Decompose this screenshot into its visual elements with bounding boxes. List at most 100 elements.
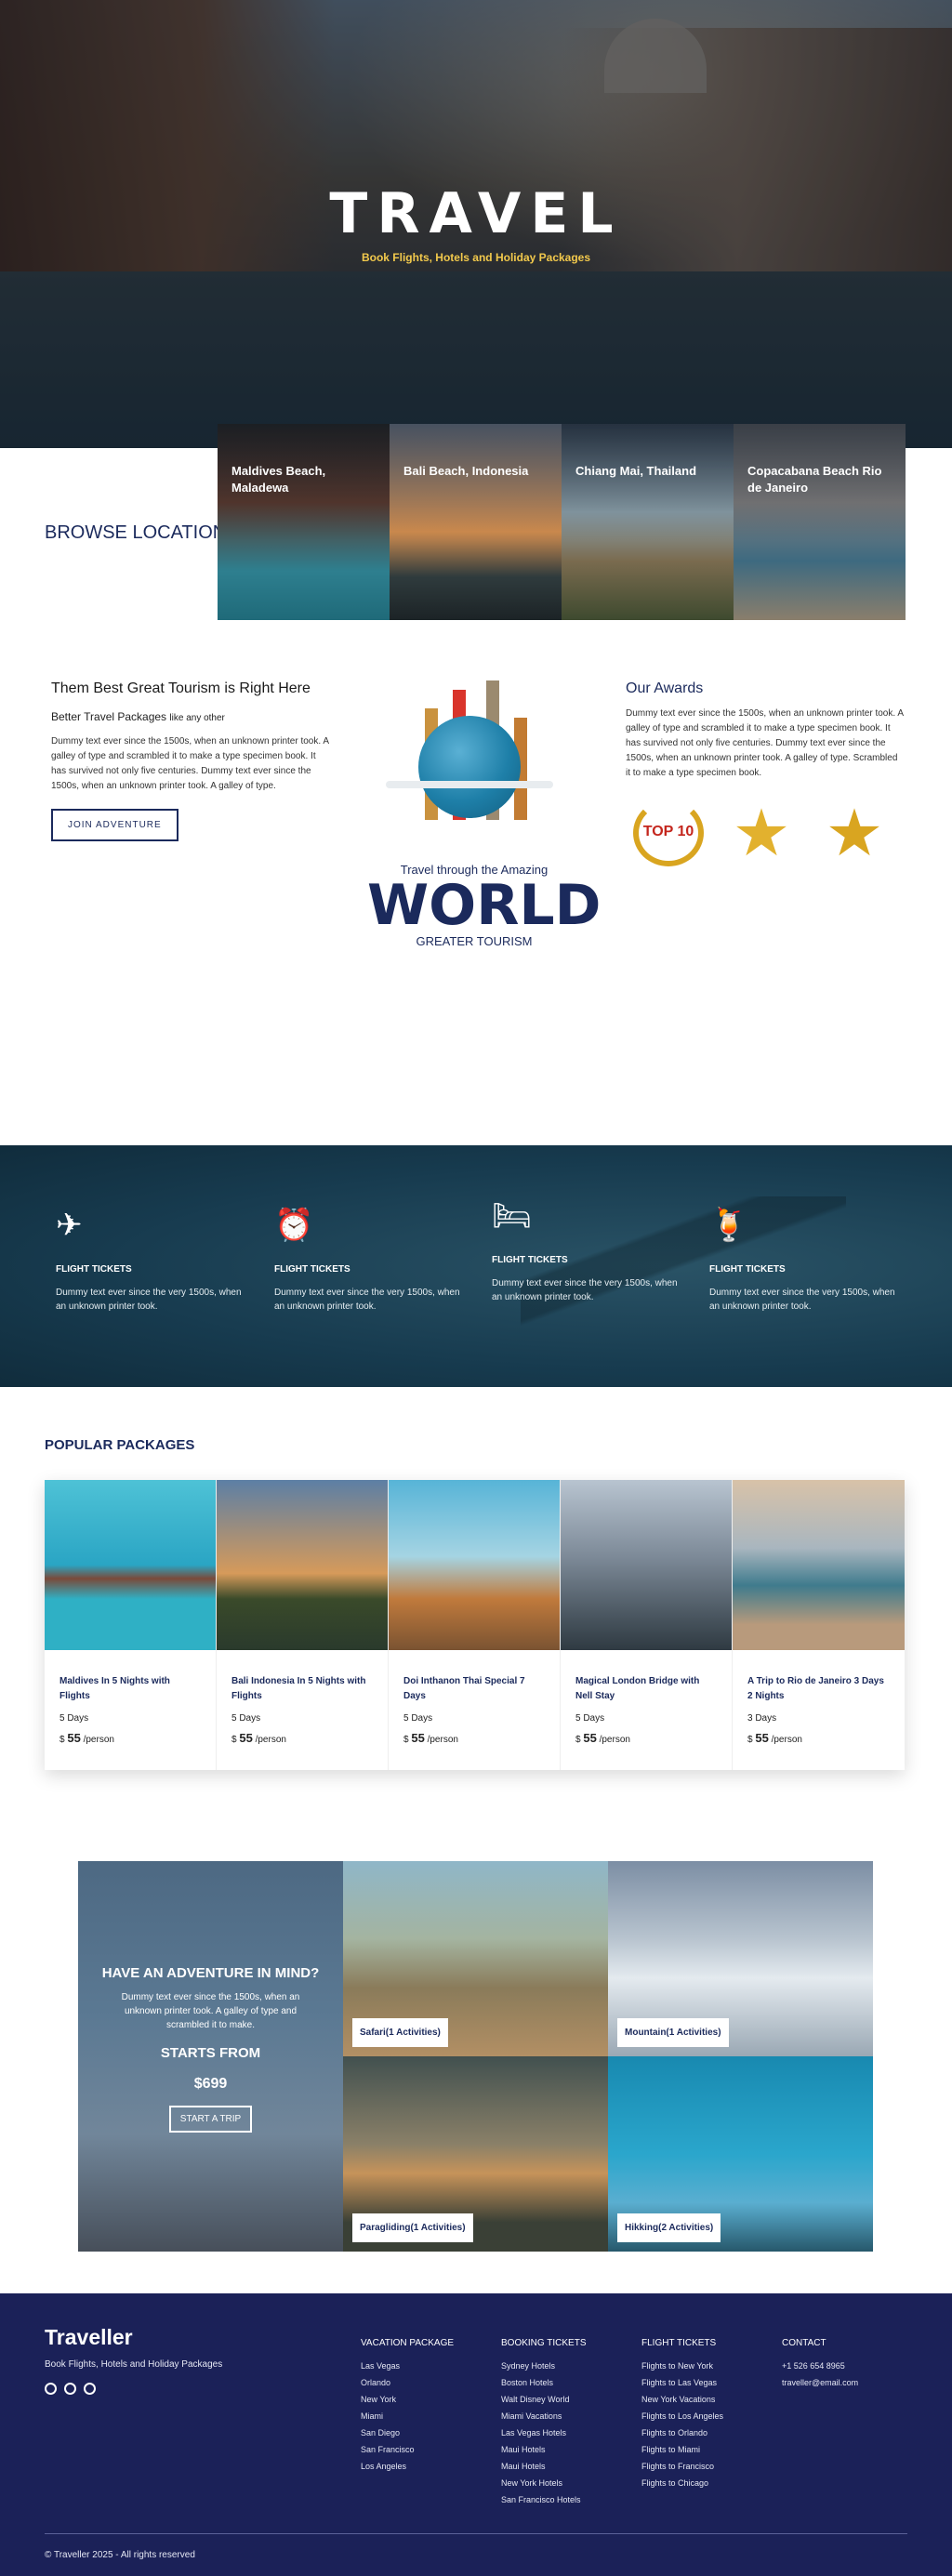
activity-tile-safari[interactable]: Safari(1 Activities) bbox=[343, 1861, 608, 2056]
bed-icon: 🛏 bbox=[492, 1198, 533, 1234]
award-star-icon: ★ bbox=[719, 792, 804, 874]
package-price: $ 55 /person bbox=[231, 1731, 286, 1745]
adventure-grid: HAVE AN ADVENTURE IN MIND? Dummy text ev… bbox=[78, 1861, 874, 2252]
feature-text: Dummy text ever since the very 1500s, wh… bbox=[274, 1288, 460, 1312]
package-card[interactable]: Bali Indonesia In 5 Nights with Flights … bbox=[217, 1480, 389, 1770]
activity-tile-mountain[interactable]: Mountain(1 Activities) bbox=[608, 1861, 873, 2056]
location-card-shade bbox=[390, 424, 562, 620]
footer-link[interactable]: Maui Hotels bbox=[501, 2441, 587, 2458]
footer-link[interactable]: Miami Vacations bbox=[501, 2408, 587, 2424]
hero-banner: TRAVEL Book Flights, Hotels and Holiday … bbox=[0, 0, 952, 448]
footer-link[interactable]: Los Angeles bbox=[361, 2458, 454, 2475]
browse-locations-section: BROWSE LOCATIONS Maldives Beach, Maladew… bbox=[0, 424, 952, 653]
package-cards: Maldives In 5 Nights with Flights 5 Days… bbox=[45, 1480, 905, 1770]
footer-link[interactable]: Orlando bbox=[361, 2374, 454, 2391]
world-title: WORLD bbox=[367, 873, 602, 938]
footer-link[interactable]: Flights to Orlando bbox=[641, 2424, 723, 2441]
package-card[interactable]: Doi Inthanon Thai Special 7 Days 5 Days … bbox=[389, 1480, 561, 1770]
adventure-promo: HAVE AN ADVENTURE IN MIND? Dummy text ev… bbox=[78, 1861, 343, 2252]
footer-link[interactable]: New York Vacations bbox=[641, 2391, 723, 2408]
location-card-copacabana[interactable]: Copacabana Beach Rio de Janeiro bbox=[734, 424, 906, 620]
package-price: $ 55 /person bbox=[403, 1731, 458, 1745]
browse-locations-title: BROWSE LOCATIONS bbox=[45, 522, 239, 543]
footer-link[interactable]: Maui Hotels bbox=[501, 2458, 587, 2475]
package-title[interactable]: Magical London Bridge with Nell Stay bbox=[575, 1674, 717, 1704]
plane-icon: ✈ bbox=[56, 1208, 83, 1243]
footer-link[interactable]: Miami bbox=[361, 2408, 454, 2424]
footer-link[interactable]: Sydney Hotels bbox=[501, 2358, 587, 2374]
awards-block: Our Awards Dummy text ever since the 150… bbox=[626, 680, 905, 874]
footer-email[interactable]: traveller@email.com bbox=[782, 2374, 858, 2391]
tourism-intro: Them Best Great Tourism is Right Here Be… bbox=[51, 680, 330, 841]
instagram-icon[interactable] bbox=[64, 2383, 76, 2395]
footer-link[interactable]: New York Hotels bbox=[501, 2475, 587, 2491]
location-card-shade bbox=[734, 424, 906, 620]
start-trip-button[interactable]: START A TRIP bbox=[168, 2106, 253, 2133]
feature-text: Dummy text ever since the very 1500s, wh… bbox=[492, 1278, 678, 1302]
footer-logo[interactable]: Traveller bbox=[45, 2325, 222, 2350]
footer-link[interactable]: Walt Disney World bbox=[501, 2391, 587, 2408]
activity-tile-paragliding[interactable]: Paragliding(1 Activities) bbox=[343, 2056, 608, 2252]
adventure-heading: HAVE AN ADVENTURE IN MIND? bbox=[101, 1965, 320, 1981]
activity-tile-hiking[interactable]: Hikking(2 Activities) bbox=[608, 2056, 873, 2252]
globe-icon bbox=[418, 716, 521, 818]
footer-brand: Traveller Book Flights, Hotels and Holid… bbox=[45, 2325, 222, 2395]
feature-item: ✈ FLIGHT TICKETS Dummy text ever since t… bbox=[56, 1207, 242, 1314]
footer-link[interactable]: San Diego bbox=[361, 2424, 454, 2441]
footer-link[interactable]: Flights to New York bbox=[641, 2358, 723, 2374]
award-badge-label: TOP 10 bbox=[642, 824, 694, 839]
package-price: $ 55 /person bbox=[575, 1731, 630, 1745]
award-gold-star-icon: ★ bbox=[812, 792, 897, 874]
footer-link[interactable]: Flights to Francisco bbox=[641, 2458, 723, 2475]
package-title[interactable]: A Trip to Rio de Janeiro 3 Days 2 Nights bbox=[747, 1674, 890, 1704]
footer-link[interactable]: Flights to Miami bbox=[641, 2441, 723, 2458]
facebook-icon[interactable] bbox=[45, 2383, 57, 2395]
awards-text: Dummy text ever since the 1500s, when an… bbox=[626, 708, 904, 778]
footer-link[interactable]: Flights to Las Vegas bbox=[641, 2374, 723, 2391]
package-card[interactable]: A Trip to Rio de Janeiro 3 Days 2 Nights… bbox=[733, 1480, 905, 1770]
package-duration: 5 Days bbox=[231, 1713, 261, 1724]
adventure-text: Dummy text ever since the 1500s, when an… bbox=[121, 1992, 300, 2030]
package-card[interactable]: Maldives In 5 Nights with Flights 5 Days… bbox=[45, 1480, 217, 1770]
package-card[interactable]: Magical London Bridge with Nell Stay 5 D… bbox=[561, 1480, 733, 1770]
footer-link[interactable]: San Francisco Hotels bbox=[501, 2491, 587, 2508]
location-card-shade bbox=[562, 424, 734, 620]
join-adventure-button[interactable]: JOIN ADVENTURE bbox=[51, 809, 178, 841]
footer-column-heading: BOOKING TICKETS bbox=[501, 2338, 587, 2348]
popular-packages-title: POPULAR PACKAGES bbox=[45, 1437, 195, 1453]
footer-link[interactable]: Flights to Chicago bbox=[641, 2475, 723, 2491]
package-title[interactable]: Doi Inthanon Thai Special 7 Days bbox=[403, 1674, 545, 1704]
footer-link[interactable]: Boston Hotels bbox=[501, 2374, 587, 2391]
location-cards: Maldives Beach, Maladewa Bali Beach, Ind… bbox=[218, 424, 906, 620]
feature-item: 🛏 FLIGHT TICKETS Dummy text ever since t… bbox=[492, 1197, 678, 1304]
package-title[interactable]: Maldives In 5 Nights with Flights bbox=[60, 1674, 201, 1704]
activity-label[interactable]: Mountain(1 Activities) bbox=[617, 2018, 729, 2047]
features-section: ✈ FLIGHT TICKETS Dummy text ever since t… bbox=[0, 1145, 952, 1387]
package-image bbox=[45, 1480, 216, 1650]
package-duration: 3 Days bbox=[747, 1713, 777, 1724]
location-card-bali[interactable]: Bali Beach, Indonesia bbox=[390, 424, 562, 620]
footer-tagline: Book Flights, Hotels and Holiday Package… bbox=[45, 2359, 223, 2370]
location-card-maldives[interactable]: Maldives Beach, Maladewa bbox=[218, 424, 390, 620]
activity-label[interactable]: Paragliding(1 Activities) bbox=[352, 2213, 473, 2242]
popular-packages-section: POPULAR PACKAGES Maldives In 5 Nights wi… bbox=[0, 1387, 952, 1810]
footer-column-contact: CONTACT +1 526 654 8965 traveller@email.… bbox=[782, 2338, 858, 2391]
location-name: Copacabana Beach Rio de Janeiro bbox=[747, 464, 882, 495]
tourism-subheading-small: like any other bbox=[169, 713, 225, 723]
package-image bbox=[217, 1480, 388, 1650]
footer-link[interactable]: Las Vegas bbox=[361, 2358, 454, 2374]
activity-label[interactable]: Hikking(2 Activities) bbox=[617, 2213, 721, 2242]
package-title[interactable]: Bali Indonesia In 5 Nights with Flights bbox=[231, 1674, 373, 1704]
footer-link[interactable]: Las Vegas Hotels bbox=[501, 2424, 587, 2441]
hero-title: TRAVEL bbox=[329, 181, 623, 246]
footer-link[interactable]: San Francisco bbox=[361, 2441, 454, 2458]
footer-column-heading: FLIGHT TICKETS bbox=[641, 2338, 717, 2348]
adventure-section: HAVE AN ADVENTURE IN MIND? Dummy text ev… bbox=[0, 1810, 952, 2293]
location-card-chiang-mai[interactable]: Chiang Mai, Thailand bbox=[562, 424, 734, 620]
footer-link[interactable]: New York bbox=[361, 2391, 454, 2408]
activity-label[interactable]: Safari(1 Activities) bbox=[352, 2018, 448, 2047]
footer-phone[interactable]: +1 526 654 8965 bbox=[782, 2358, 858, 2374]
footer-link[interactable]: Flights to Los Angeles bbox=[641, 2408, 723, 2424]
github-icon[interactable] bbox=[84, 2383, 96, 2395]
globe-landmarks-illustration bbox=[367, 671, 581, 866]
